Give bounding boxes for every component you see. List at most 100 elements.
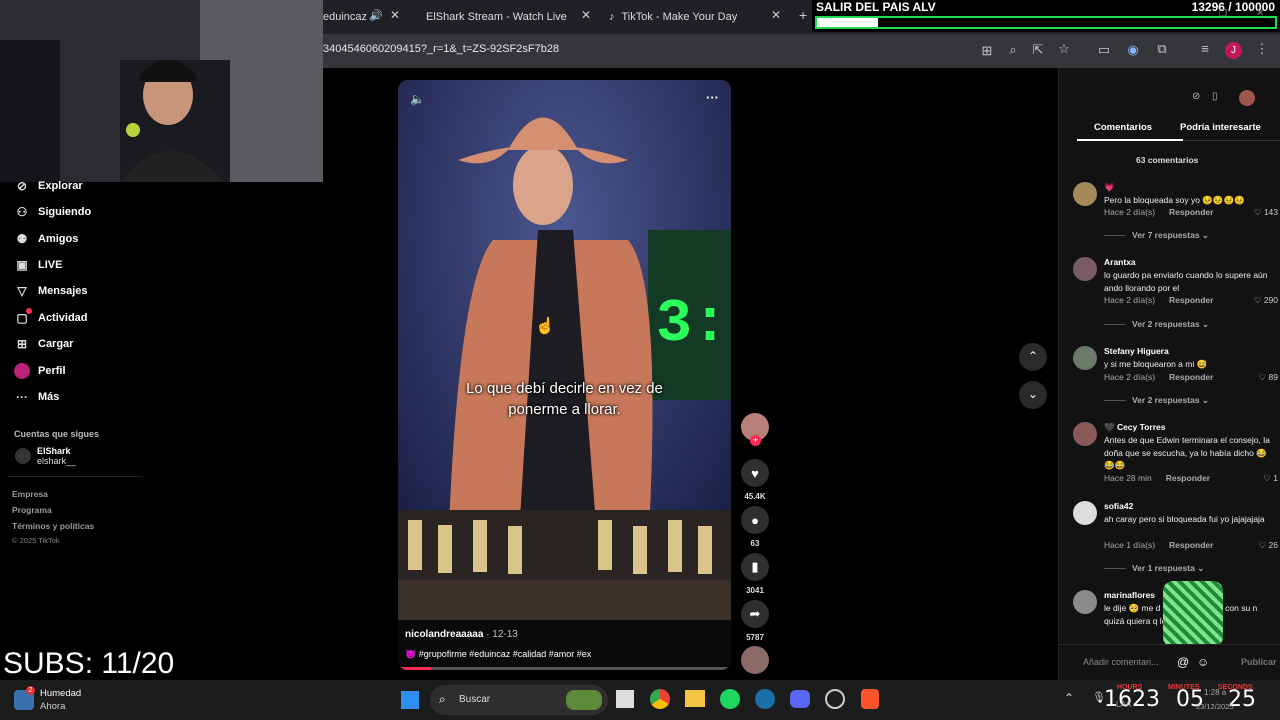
comment-author[interactable]: Arantxa <box>1104 257 1136 267</box>
view-replies-button[interactable]: Ver 7 respuestas ⌄ <box>1104 230 1209 241</box>
media-controls-icon[interactable]: ≡ <box>1196 41 1214 56</box>
following-avatar[interactable] <box>15 448 31 464</box>
task-view-icon[interactable] <box>616 690 634 708</box>
tab-podria-interesarte[interactable]: Podría interesarte <box>1180 122 1261 133</box>
following-name[interactable]: ElShark <box>37 446 71 456</box>
keyboard-language[interactable]: LAA <box>1116 700 1131 709</box>
sidebar-item-actividad[interactable]: ▢ Actividad <box>14 311 87 325</box>
zoom-icon[interactable]: ⌕ <box>1004 42 1022 58</box>
emoji-icon[interactable]: ☺ <box>1197 655 1209 669</box>
comment-avatar[interactable] <box>1073 257 1097 281</box>
video-author[interactable]: nicolandreaaaaa · 12-13 <box>405 629 518 640</box>
creator-avatar[interactable]: + <box>741 413 769 446</box>
publish-button[interactable]: Publicar <box>1241 657 1277 667</box>
like-button[interactable]: ♥ 45.4K <box>741 459 769 501</box>
author-name[interactable]: nicolandreaaaaa <box>405 629 483 640</box>
follow-plus-icon[interactable]: + <box>750 435 761 446</box>
chrome-icon[interactable] <box>650 689 670 709</box>
footer-link-empresa[interactable]: Empresa <box>12 489 48 499</box>
comment-author[interactable]: 🖤 Cecy Torres <box>1104 422 1165 433</box>
device-icon[interactable]: ▯ <box>1212 91 1218 102</box>
obs-icon[interactable] <box>825 689 845 709</box>
comment-avatar[interactable] <box>1073 346 1097 370</box>
sidebar-item-amigos[interactable]: ⚉ Amigos <box>14 232 79 246</box>
extension-bubble-icon[interactable]: ◉ <box>1124 42 1142 58</box>
share-button[interactable]: ➦ 5787 <box>741 600 769 642</box>
reply-button[interactable]: Responder <box>1169 295 1213 305</box>
profile-avatar-icon[interactable]: J <box>1225 42 1242 59</box>
tray-chevron-icon[interactable]: ⌃ <box>1064 691 1074 705</box>
sidebar-item-mas[interactable]: ··· Más <box>14 390 59 404</box>
close-tab-icon[interactable]: ✕ <box>771 8 781 22</box>
view-replies-button[interactable]: Ver 2 respuestas ⌄ <box>1104 319 1209 330</box>
tab-tiktok[interactable]: ♪ TikTok - Make Your Day <box>609 4 769 30</box>
install-icon[interactable]: ⇱ <box>1029 42 1047 58</box>
url-text[interactable]: 3404546060209415?_r=1&_t=ZS-92SF2sF7b28 <box>323 43 559 55</box>
spotify-icon[interactable] <box>720 689 740 709</box>
file-explorer-icon[interactable] <box>685 690 705 707</box>
speaker-icon[interactable]: 🔊 <box>369 9 383 22</box>
sound-disc[interactable] <box>741 646 769 674</box>
sidebar-item-live[interactable]: ▣ LIVE <box>14 258 62 272</box>
close-tab-icon[interactable]: ✕ <box>390 8 400 22</box>
system-time[interactable]: 1:28 a <box>1204 688 1226 697</box>
brave-icon[interactable] <box>861 689 879 709</box>
steam-icon[interactable] <box>755 689 775 709</box>
footer-link-programa[interactable]: Programa <box>12 505 52 515</box>
reply-button[interactable]: Responder <box>1169 540 1213 550</box>
video-progress-bar[interactable] <box>398 667 731 670</box>
new-tab-icon[interactable]: + <box>799 7 807 23</box>
following-handle[interactable]: elshark__ <box>37 456 76 466</box>
system-date[interactable]: 23/12/2025 <box>1196 702 1234 711</box>
sidebar-item-explorar[interactable]: ⊘ Explorar <box>14 179 83 193</box>
comment-author[interactable]: Stefany Higuera <box>1104 346 1169 356</box>
comment-like[interactable]: ♡ 1 <box>1263 473 1278 484</box>
comment-avatar[interactable] <box>1073 501 1097 525</box>
next-video-button[interactable]: ⌄ <box>1019 381 1047 409</box>
taskbar-search[interactable]: ⌕ Buscar <box>430 685 608 715</box>
reply-button[interactable]: Responder <box>1169 207 1213 217</box>
cast-icon[interactable]: ▭ <box>1095 42 1113 58</box>
comment-avatar[interactable] <box>1073 590 1097 614</box>
footer-link-terminos[interactable]: Términos y políticas <box>12 521 94 531</box>
comment-input[interactable]: Añadir comentari... <box>1083 657 1159 667</box>
sidebar-item-mensajes[interactable]: ▽ Mensajes <box>14 284 87 298</box>
user-avatar-icon[interactable] <box>1239 90 1255 106</box>
volume-icon[interactable]: 🔈 <box>410 92 425 106</box>
comment-author[interactable]: 💗 <box>1104 182 1115 193</box>
comment-like[interactable]: ♡ 26 <box>1259 540 1278 551</box>
menu-kebab-icon[interactable]: ⋮ <box>1253 41 1271 57</box>
view-replies-button[interactable]: Ver 1 respuesta ⌄ <box>1104 563 1204 574</box>
video-hashtags[interactable]: 😈 #grupofirme #eduincaz #calidad #amor #… <box>405 649 591 660</box>
comment-like[interactable]: ♡ 143 <box>1254 207 1278 218</box>
comment-like[interactable]: ♡ 89 <box>1259 372 1278 383</box>
video-player[interactable]: 3: 🔈 ··· Lo que debí decirle en vez de p… <box>398 80 731 670</box>
extensions-puzzle-icon[interactable]: ⧉ <box>1153 41 1171 57</box>
translate-icon[interactable]: ⊞ <box>978 43 996 59</box>
mention-icon[interactable]: @ <box>1177 655 1189 669</box>
weather-title[interactable]: Humedad <box>40 688 81 699</box>
more-options-icon[interactable]: ··· <box>706 90 719 105</box>
tab-elshark-stream[interactable]: ElShark Stream - Watch Live on <box>419 4 569 30</box>
sidebar-item-cargar[interactable]: ⊞ Cargar <box>14 337 74 351</box>
reply-button[interactable]: Responder <box>1166 473 1210 483</box>
discord-icon[interactable] <box>790 690 810 708</box>
bookmark-star-icon[interactable]: ☆ <box>1055 41 1073 57</box>
close-tab-icon[interactable]: ✕ <box>581 8 591 22</box>
comment-author[interactable]: marinaflores <box>1104 590 1155 600</box>
comment-avatar[interactable] <box>1073 182 1097 206</box>
windows-start-icon[interactable] <box>401 691 419 709</box>
view-replies-button[interactable]: Ver 2 respuestas ⌄ <box>1104 395 1209 406</box>
comment-button[interactable]: ● 63 <box>741 506 769 548</box>
restore-icon[interactable]: ❐ <box>1219 8 1227 19</box>
sidebar-item-siguiendo[interactable]: ⚇ Siguiendo <box>14 205 92 219</box>
comment-like[interactable]: ♡ 290 <box>1254 295 1278 306</box>
previous-video-button[interactable]: ⌃ <box>1019 343 1047 371</box>
sidebar-item-perfil[interactable]: Perfil <box>14 363 66 379</box>
comment-avatar[interactable] <box>1073 422 1097 446</box>
reply-button[interactable]: Responder <box>1169 372 1213 382</box>
save-button[interactable]: ▮ 3041 <box>741 553 769 595</box>
comment-author[interactable]: sofia42 <box>1104 501 1133 511</box>
window-close-icon[interactable]: ✕ <box>1256 8 1264 19</box>
tab-comentarios[interactable]: Comentarios <box>1094 122 1152 133</box>
